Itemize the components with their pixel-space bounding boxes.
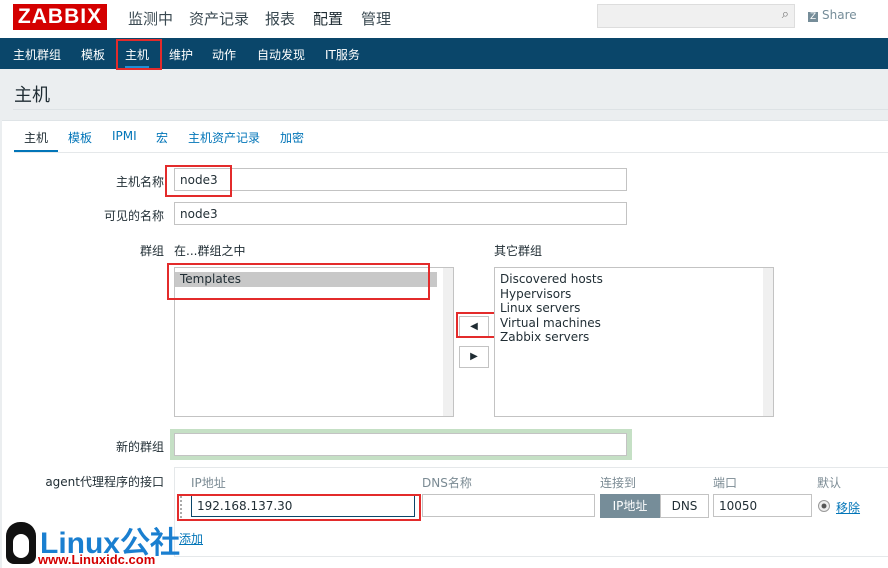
divider [14, 152, 888, 153]
menu-administration[interactable]: 管理 [361, 8, 391, 29]
col-default: 默认 [817, 476, 842, 490]
col-connect: 连接到 [600, 476, 637, 490]
col-ip: IP地址 [191, 476, 226, 490]
menu-inventory[interactable]: 资产记录 [189, 8, 249, 29]
submenu-discovery[interactable]: 自动发现 [257, 46, 305, 63]
connect-ip-button[interactable]: IP地址 [600, 494, 660, 518]
highlight-box [165, 165, 232, 197]
default-radio[interactable] [818, 500, 830, 512]
submenu-templates[interactable]: 模板 [81, 46, 105, 63]
new-group-input[interactable] [174, 433, 627, 456]
tab-macros[interactable]: 宏 [156, 129, 168, 146]
zabbix-logo[interactable]: ZABBIX [13, 4, 107, 30]
tab-inventory[interactable]: 主机资产记录 [188, 129, 260, 146]
watermark-url: www.Linuxidc.com [38, 552, 156, 567]
new-group-label: 新的群组 [115, 440, 164, 454]
watermark: Linux公社 www.Linuxidc.com [4, 520, 184, 568]
list-item[interactable]: Linux servers [495, 301, 773, 316]
in-groups-label: 在...群组之中 [174, 244, 246, 258]
remove-link[interactable]: 移除 [836, 499, 860, 516]
tab-ipmi[interactable]: IPMI [112, 129, 137, 143]
tab-templates[interactable]: 模板 [68, 129, 92, 146]
tab-host[interactable]: 主机 [24, 129, 48, 146]
host-name-label: 主机名称 [115, 175, 164, 189]
col-dns: DNS名称 [422, 476, 472, 490]
active-indicator [321, 32, 333, 44]
share-button[interactable]: Z Share [808, 8, 857, 22]
col-port: 端口 [713, 476, 738, 490]
page-title: 主机 [14, 85, 50, 106]
menu-reports[interactable]: 报表 [265, 8, 295, 29]
list-item[interactable]: Virtual machines [495, 316, 773, 331]
share-icon: Z [808, 12, 819, 22]
divider [13, 109, 888, 110]
search-input[interactable]: ⌕ [597, 4, 795, 28]
dns-input[interactable] [422, 494, 595, 517]
list-item[interactable]: Discovered hosts [495, 272, 773, 287]
highlight-box [456, 312, 499, 338]
submenu-host-groups[interactable]: 主机群组 [13, 46, 61, 63]
host-name-input[interactable]: node3 [174, 168, 627, 191]
visible-name-input[interactable]: node3 [174, 202, 627, 225]
scrollbar[interactable] [443, 268, 453, 416]
menu-monitoring[interactable]: 监测中 [128, 8, 173, 29]
penguin-belly [13, 534, 29, 558]
tab-encryption[interactable]: 加密 [280, 129, 304, 146]
highlight-box [116, 39, 162, 70]
other-groups-label: 其它群组 [494, 244, 543, 258]
groups-label: 群组 [139, 244, 164, 258]
list-item[interactable]: Hypervisors [495, 287, 773, 302]
port-input[interactable]: 10050 [713, 494, 812, 517]
highlight-box [177, 494, 421, 521]
highlight-box [167, 263, 430, 300]
scrollbar[interactable] [763, 268, 773, 416]
move-right-button[interactable]: ▶ [459, 346, 489, 368]
connect-dns-button[interactable]: DNS [660, 494, 709, 518]
submenu-actions[interactable]: 动作 [212, 46, 236, 63]
share-label: Share [822, 8, 857, 22]
menu-configuration[interactable]: 配置 [313, 8, 343, 29]
list-item[interactable]: Zabbix servers [495, 330, 773, 345]
agent-interface-label: agent代理程序的接口 [45, 475, 164, 489]
search-icon[interactable]: ⌕ [782, 7, 789, 22]
other-groups-list[interactable]: Discovered hosts Hypervisors Linux serve… [494, 267, 774, 417]
visible-name-label: 可见的名称 [103, 209, 164, 223]
submenu-it-services[interactable]: IT服务 [325, 46, 360, 63]
submenu-maintenance[interactable]: 维护 [169, 46, 193, 63]
